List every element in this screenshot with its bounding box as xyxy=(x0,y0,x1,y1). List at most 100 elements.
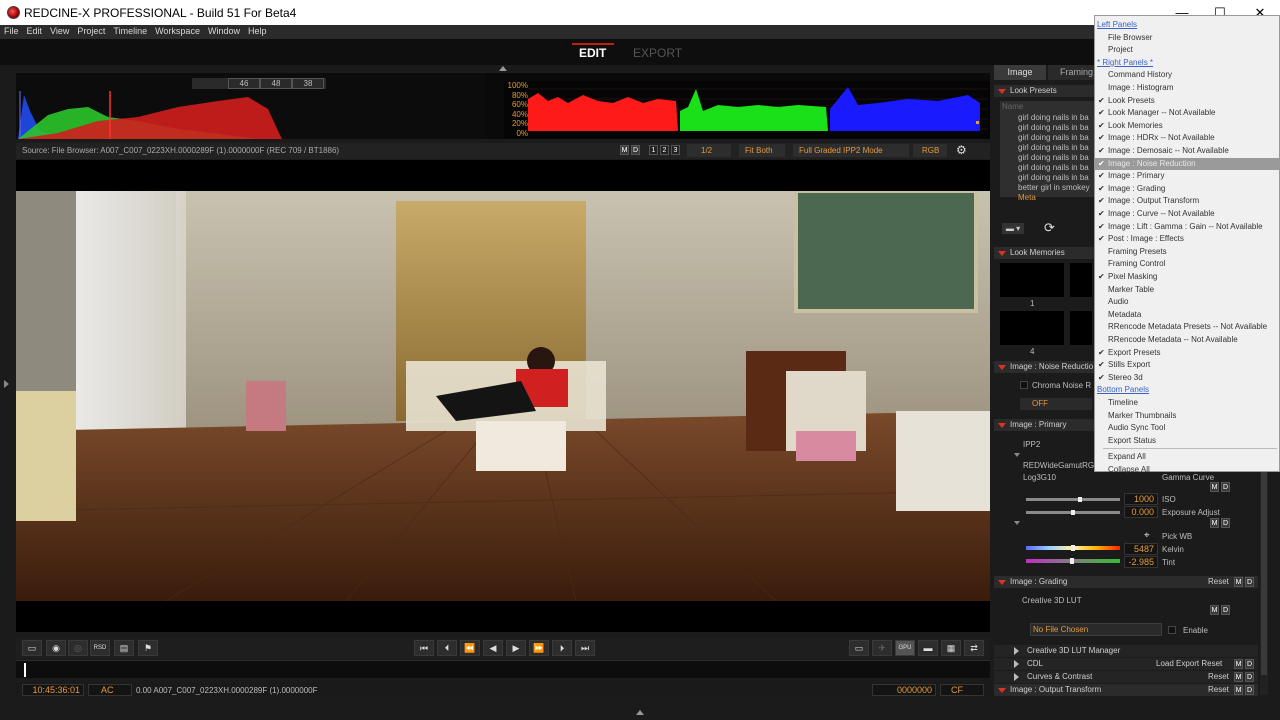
curves-header[interactable]: Curves & Contrast Reset xyxy=(994,671,1258,683)
m-toggle[interactable]: M xyxy=(1234,685,1243,695)
play-button[interactable]: ▶ xyxy=(506,640,526,656)
scale-select[interactable]: 1/2 xyxy=(687,144,731,157)
look-preset-item[interactable]: girl doing nails in ba xyxy=(1018,173,1089,182)
bottom-panel-expand-icon[interactable] xyxy=(636,710,644,715)
menu-item-image-noise-reduction[interactable]: ✔ Image : Noise Reduction xyxy=(1095,157,1279,170)
dropdown-icon[interactable] xyxy=(1014,453,1020,457)
camera-icon[interactable]: ◉ xyxy=(46,640,66,656)
eyedropper-icon[interactable]: ⌖ xyxy=(1144,530,1150,541)
timecode-mode-select[interactable]: AC xyxy=(88,684,132,696)
pick-wb-label[interactable]: Pick WB xyxy=(1162,532,1192,541)
view-1-button[interactable]: 1 xyxy=(649,145,658,155)
d-toggle[interactable]: D xyxy=(631,145,640,155)
step-back-button[interactable]: ◀ xyxy=(483,640,503,656)
fit-select[interactable]: Fit Both xyxy=(739,144,785,157)
menu-section-bottom-panels[interactable]: Bottom Panels xyxy=(1095,384,1279,396)
d-toggle[interactable]: D xyxy=(1245,659,1254,669)
tab-image[interactable]: Image xyxy=(994,65,1046,80)
menu-item-stills-export[interactable]: ✔ Stills Export xyxy=(1095,359,1279,371)
m-toggle[interactable]: M xyxy=(1234,659,1243,669)
tint-value[interactable]: -2.985 xyxy=(1124,556,1158,568)
iso-slider-knob[interactable] xyxy=(1078,497,1082,502)
m-toggle[interactable]: M xyxy=(1210,482,1219,492)
look-preset-meta[interactable]: Meta xyxy=(1018,193,1036,202)
menu-item-project[interactable]: Project xyxy=(1095,44,1279,56)
d-toggle[interactable]: D xyxy=(1221,605,1230,615)
kelvin-value[interactable]: 5487 xyxy=(1124,543,1158,555)
look-memory-slot-2[interactable] xyxy=(1070,263,1092,297)
d-toggle[interactable]: D xyxy=(1221,482,1230,492)
lut-enable-checkbox[interactable] xyxy=(1168,626,1176,634)
menu-item-image-histogram[interactable]: Image : Histogram xyxy=(1095,82,1279,94)
menu-item-post-image-effects[interactable]: ✔ Post : Image : Effects xyxy=(1095,233,1279,245)
menu-item-look-presets[interactable]: ✔ Look Presets xyxy=(1095,95,1279,107)
menu-item-export-presets[interactable]: ✔ Export Presets xyxy=(1095,347,1279,359)
timeline-scrubber[interactable] xyxy=(16,660,990,678)
menu-item-pixel-masking[interactable]: ✔ Pixel Masking xyxy=(1095,271,1279,283)
color-space-label[interactable]: REDWideGamutRG xyxy=(1023,461,1094,470)
menu-help[interactable]: Help xyxy=(244,25,271,36)
viewer-settings-gear-icon[interactable]: ⚙ xyxy=(956,143,967,157)
kelvin-slider-knob[interactable] xyxy=(1071,545,1075,551)
previous-mark-button[interactable]: ⏴ xyxy=(437,640,457,656)
exposure-value[interactable]: 0.000 xyxy=(1124,506,1158,518)
look-preset-item[interactable]: girl doing nails in ba xyxy=(1018,113,1089,122)
tint-slider[interactable] xyxy=(1026,558,1120,564)
kelvin-slider[interactable] xyxy=(1026,545,1120,551)
menu-item-framing-control[interactable]: Framing Control xyxy=(1095,258,1279,270)
menu-item-stereo-3d[interactable]: ✔ Stereo 3d xyxy=(1095,372,1279,384)
frame-counter[interactable]: 0000000 xyxy=(872,684,936,696)
left-panel-expand-icon[interactable] xyxy=(4,380,9,388)
output-transform-header[interactable]: Image : Output Transform Reset xyxy=(994,684,1258,696)
m-toggle[interactable]: M xyxy=(1210,605,1219,615)
m-toggle[interactable]: M xyxy=(1210,518,1219,528)
tab-framing[interactable]: Framing xyxy=(1048,65,1094,80)
output-reset-button[interactable]: Reset xyxy=(1208,684,1229,696)
exposure-slider[interactable] xyxy=(1026,510,1120,515)
iso-slider[interactable] xyxy=(1026,497,1120,502)
tab-export[interactable]: EXPORT xyxy=(633,46,682,60)
look-preset-item[interactable]: better girl in smokey xyxy=(1018,183,1090,192)
cdl-header[interactable]: CDL Load Export Reset xyxy=(994,658,1258,670)
menu-item-marker-thumbnails[interactable]: Marker Thumbnails xyxy=(1095,410,1279,422)
refresh-icon[interactable]: ⟳ xyxy=(1044,220,1055,236)
gamma-select[interactable]: Log3G10 xyxy=(1023,473,1056,482)
export-frame-icon[interactable]: ▤ xyxy=(114,640,134,656)
view-2-button[interactable]: 2 xyxy=(660,145,669,155)
menu-item-audio-sync-tool[interactable]: Audio Sync Tool xyxy=(1095,422,1279,434)
cdl-actions[interactable]: Load Export Reset xyxy=(1156,658,1222,670)
menu-item-collapse-all[interactable]: Collapse All xyxy=(1095,464,1279,476)
menu-item-image-grading[interactable]: ✔ Image : Grading xyxy=(1095,183,1279,195)
menu-workspace[interactable]: Workspace xyxy=(151,25,204,36)
menu-item-expand-all[interactable]: Expand All xyxy=(1095,451,1279,463)
creative-lut-manager-header[interactable]: Creative 3D LUT Manager xyxy=(994,645,1258,657)
m-toggle[interactable]: M xyxy=(1234,672,1243,682)
video-viewer[interactable] xyxy=(16,160,990,632)
menu-item-marker-table[interactable]: Marker Table xyxy=(1095,284,1279,296)
menu-item-rrencode-metadata-presets-not-available[interactable]: RRencode Metadata Presets -- Not Availab… xyxy=(1095,321,1279,333)
tint-slider-knob[interactable] xyxy=(1070,558,1074,564)
monitor-icon[interactable]: ▭ xyxy=(849,640,869,656)
menu-edit[interactable]: Edit xyxy=(23,25,47,36)
d-toggle[interactable]: D xyxy=(1245,577,1254,587)
view-3-button[interactable]: 3 xyxy=(671,145,680,155)
scopes-collapse-icon[interactable] xyxy=(499,66,507,71)
gpu-icon[interactable]: GPU xyxy=(895,640,915,656)
rocket-icon[interactable]: ✈ xyxy=(872,640,892,656)
snapshot-icon[interactable]: ◎ xyxy=(68,640,88,656)
look-preset-item[interactable]: girl doing nails in ba xyxy=(1018,133,1089,142)
m-toggle[interactable]: M xyxy=(1234,577,1243,587)
tab-edit[interactable]: EDIT xyxy=(579,46,606,60)
menu-item-image-demosaic-not-available[interactable]: ✔ Image : Demosaic -- Not Available xyxy=(1095,145,1279,157)
m-toggle[interactable]: M xyxy=(620,145,629,155)
go-to-end-button[interactable]: ⏭ xyxy=(575,640,595,656)
next-mark-button[interactable]: ⏵ xyxy=(552,640,572,656)
timecode-display[interactable]: 10:45:36:01 xyxy=(22,684,84,696)
menu-item-metadata[interactable]: Metadata xyxy=(1095,309,1279,321)
look-preset-item[interactable]: girl doing nails in ba xyxy=(1018,143,1089,152)
menu-timeline[interactable]: Timeline xyxy=(109,25,151,36)
grading-reset-button[interactable]: Reset xyxy=(1208,576,1229,588)
menu-section-right-panels[interactable]: * Right Panels * xyxy=(1095,57,1279,69)
menu-item-timeline[interactable]: Timeline xyxy=(1095,397,1279,409)
look-preset-options-icon[interactable]: ▬ ▾ xyxy=(1002,223,1024,234)
